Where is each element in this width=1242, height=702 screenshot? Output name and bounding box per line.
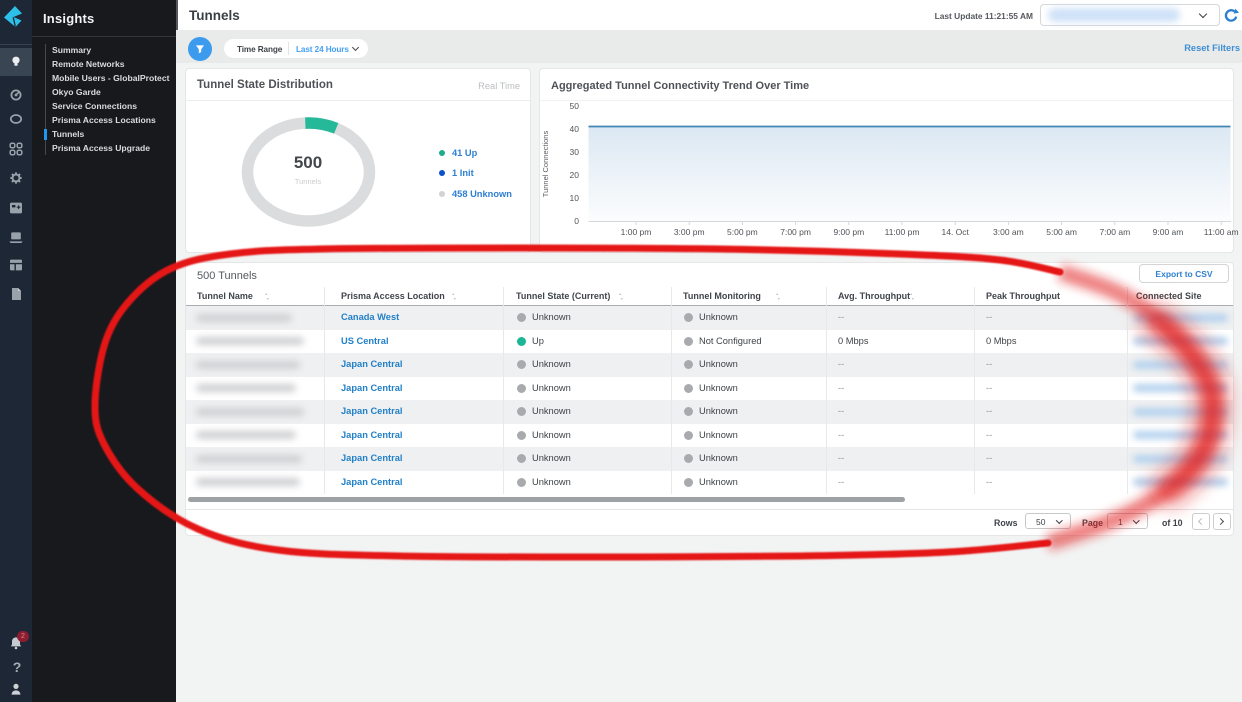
svg-text:Tunnel Connections: Tunnel Connections [541,131,550,198]
svg-text:1:00 pm: 1:00 pm [621,227,652,237]
svg-text:3:00 pm: 3:00 pm [674,227,705,237]
svg-text:0: 0 [574,216,579,226]
svg-text:50: 50 [570,101,580,111]
svg-text:10: 10 [570,193,580,203]
svg-text:11:00 am: 11:00 am [1204,227,1239,237]
svg-text:3:00 am: 3:00 am [993,227,1024,237]
svg-text:30: 30 [570,147,580,157]
svg-text:7:00 am: 7:00 am [1099,227,1130,237]
svg-text:7:00 pm: 7:00 pm [780,227,811,237]
svg-text:20: 20 [570,170,580,180]
svg-text:11:00 pm: 11:00 pm [885,227,920,237]
svg-text:14. Oct: 14. Oct [941,227,969,237]
svg-text:9:00 pm: 9:00 pm [833,227,864,237]
svg-text:5:00 am: 5:00 am [1046,227,1077,237]
svg-text:9:00 am: 9:00 am [1153,227,1184,237]
svg-text:5:00 pm: 5:00 pm [727,227,758,237]
svg-text:40: 40 [570,124,580,134]
